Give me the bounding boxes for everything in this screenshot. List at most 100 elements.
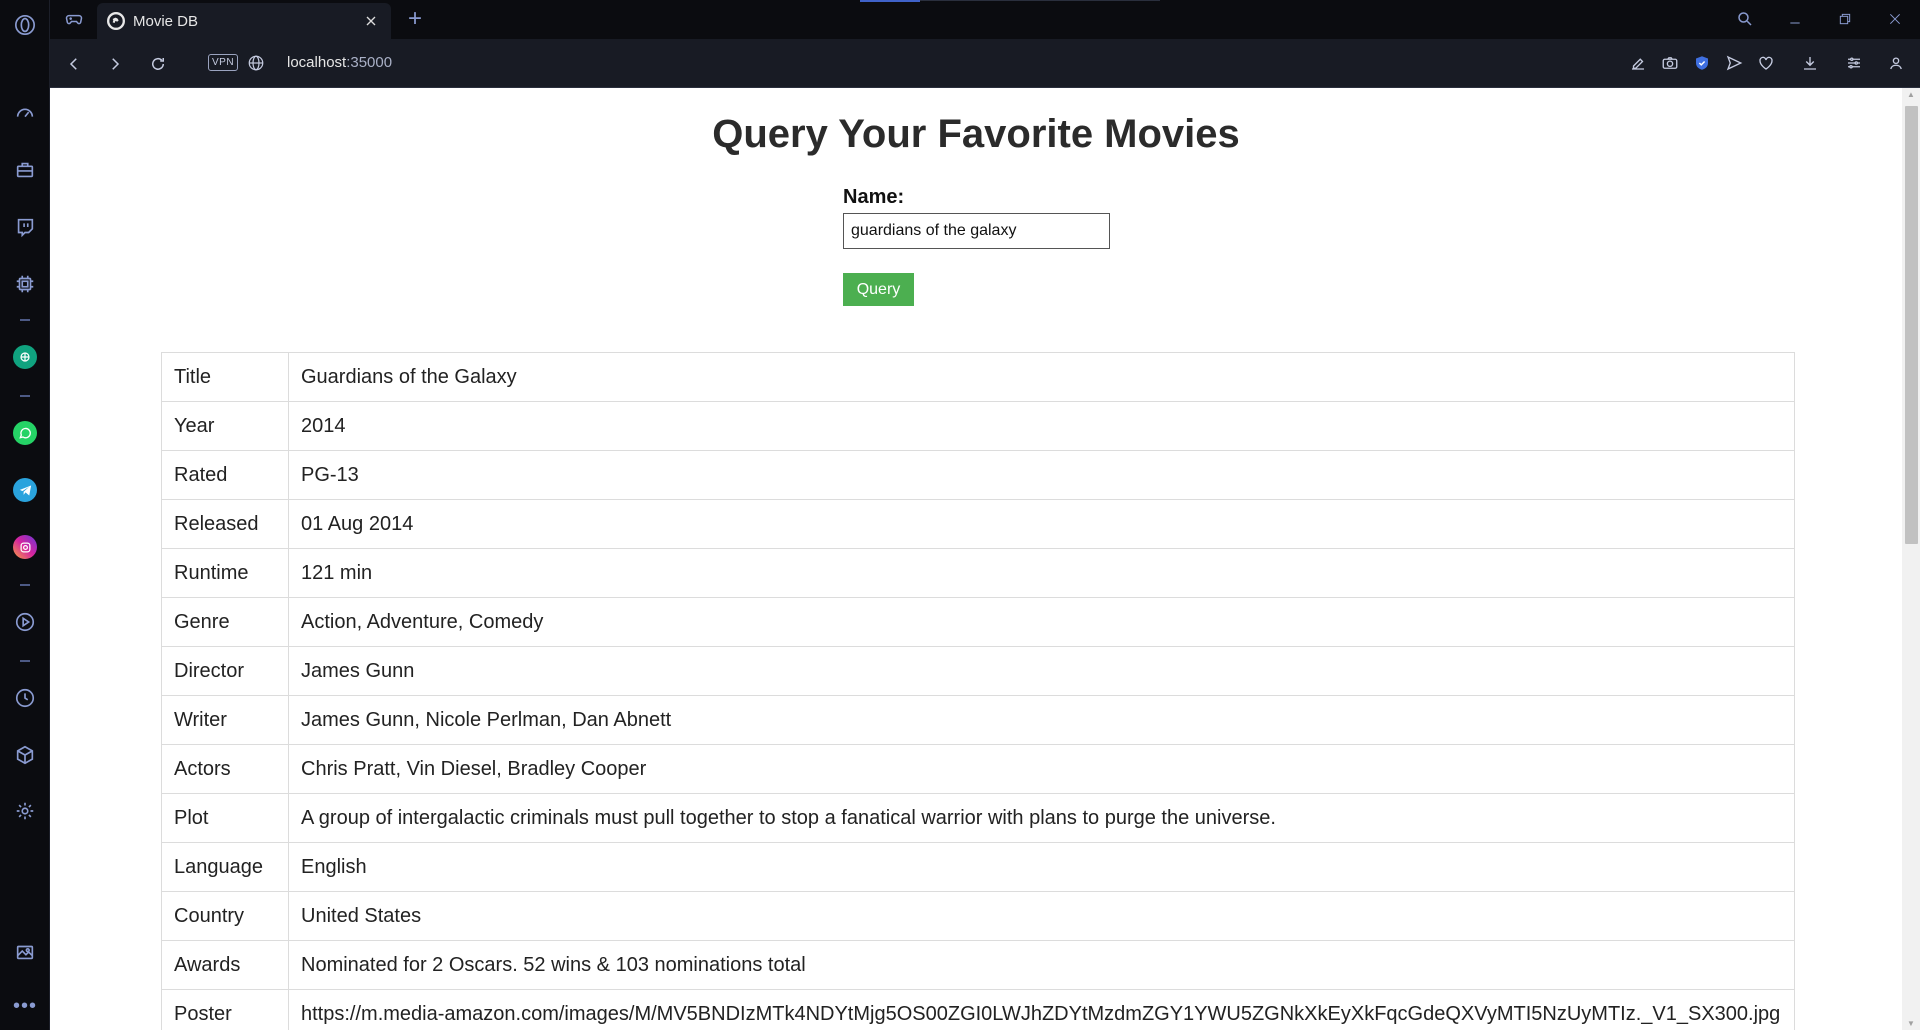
profile-icon[interactable] bbox=[1885, 52, 1907, 74]
table-row: Actors Chris Pratt, Vin Diesel, Bradley C… bbox=[161, 744, 1795, 794]
table-row: Director James Gunn bbox=[161, 646, 1795, 696]
table-row: Title Guardians of the Galaxy bbox=[161, 352, 1795, 402]
field-value: Nominated for 2 Oscars. 52 wins & 103 no… bbox=[288, 940, 1795, 990]
field-value: 01 Aug 2014 bbox=[288, 499, 1795, 549]
telegram-icon[interactable] bbox=[13, 478, 37, 502]
sidebar-divider bbox=[20, 584, 30, 586]
reload-icon[interactable] bbox=[145, 51, 171, 77]
scrollbar-thumb[interactable] bbox=[1905, 106, 1918, 544]
gallery-icon[interactable] bbox=[12, 939, 38, 965]
table-row: Poster https://m.media-amazon.com/images/… bbox=[161, 989, 1795, 1030]
send-icon[interactable] bbox=[1723, 52, 1745, 74]
query-button[interactable]: Query bbox=[843, 273, 914, 306]
movie-details-table: Title Guardians of the Galaxy Year 2014 Rate… bbox=[161, 352, 1795, 1030]
instagram-icon[interactable] bbox=[13, 535, 37, 559]
field-name: Actors bbox=[161, 744, 289, 794]
table-row: Language English bbox=[161, 842, 1795, 892]
restore-icon[interactable] bbox=[1832, 6, 1858, 32]
table-row: Released 01 Aug 2014 bbox=[161, 499, 1795, 549]
table-row: Genre Action, Adventure, Comedy bbox=[161, 597, 1795, 647]
name-label: Name: bbox=[843, 186, 905, 208]
heart-icon[interactable] bbox=[1755, 52, 1777, 74]
field-value: A group of intergalactic criminals must … bbox=[288, 793, 1795, 843]
field-name: Genre bbox=[161, 597, 289, 647]
url-host: localhost bbox=[287, 54, 347, 71]
vpn-badge[interactable]: VPN bbox=[208, 54, 239, 71]
tab-movie-db[interactable]: Movie DB bbox=[97, 3, 391, 39]
field-value: James Gunn, Nicole Perlman, Dan Abnett bbox=[288, 695, 1795, 745]
table-row: Awards Nominated for 2 Oscars. 52 wins & … bbox=[161, 940, 1795, 990]
field-name: Runtime bbox=[161, 548, 289, 598]
field-value: Guardians of the Galaxy bbox=[288, 352, 1795, 402]
tab-bar: Movie DB + bbox=[50, 0, 1920, 39]
field-value: 2014 bbox=[288, 401, 1795, 451]
field-name: Country bbox=[161, 891, 289, 941]
field-value: English bbox=[288, 842, 1795, 892]
name-input[interactable] bbox=[843, 213, 1110, 249]
cube-icon[interactable] bbox=[12, 742, 38, 768]
history-icon[interactable] bbox=[12, 685, 38, 711]
tab-loading-indicator bbox=[860, 0, 920, 2]
more-icon[interactable]: ••• bbox=[12, 993, 38, 1019]
back-icon[interactable] bbox=[61, 51, 87, 77]
settings-icon[interactable] bbox=[12, 798, 38, 824]
player-icon[interactable] bbox=[12, 609, 38, 635]
field-value: Action, Adventure, Comedy bbox=[288, 597, 1795, 647]
new-tab-icon[interactable]: + bbox=[403, 7, 427, 32]
search-tabs-icon[interactable] bbox=[1732, 6, 1758, 32]
cpu-icon[interactable] bbox=[12, 271, 38, 297]
table-row: Runtime 121 min bbox=[161, 548, 1795, 598]
sidebar-divider bbox=[20, 319, 30, 321]
chatgpt-icon[interactable] bbox=[13, 345, 37, 369]
url-field[interactable]: localhost:35000 bbox=[287, 54, 392, 71]
address-bar: VPN localhost:35000 bbox=[50, 39, 1920, 88]
tab-strip-line bbox=[920, 0, 1160, 1]
field-value: James Gunn bbox=[288, 646, 1795, 696]
field-value: https://m.media-amazon.com/images/M/MV5B… bbox=[288, 989, 1795, 1030]
close-window-icon[interactable] bbox=[1882, 6, 1908, 32]
field-name: Rated bbox=[161, 450, 289, 500]
url-port: :35000 bbox=[346, 54, 393, 71]
field-name: Released bbox=[161, 499, 289, 549]
field-name: Title bbox=[161, 352, 289, 402]
field-value: PG-13 bbox=[288, 450, 1795, 500]
field-name: Year bbox=[161, 401, 289, 451]
camera-icon[interactable] bbox=[1659, 52, 1681, 74]
twitch-icon[interactable] bbox=[12, 214, 38, 240]
table-row: Rated PG-13 bbox=[161, 450, 1795, 500]
field-name: Plot bbox=[161, 793, 289, 843]
field-value: United States bbox=[288, 891, 1795, 941]
sidebar-divider bbox=[20, 395, 30, 397]
query-form: Name: Query bbox=[843, 186, 1110, 306]
download-icon[interactable] bbox=[1799, 52, 1821, 74]
browser-sidebar: ••• bbox=[0, 0, 50, 1030]
table-row: Country United States bbox=[161, 891, 1795, 941]
field-value: Chris Pratt, Vin Diesel, Bradley Cooper bbox=[288, 744, 1795, 794]
globe-favicon-icon bbox=[107, 12, 125, 30]
field-name: Writer bbox=[161, 695, 289, 745]
tab-title: Movie DB bbox=[133, 12, 199, 30]
whatsapp-icon[interactable] bbox=[13, 421, 37, 445]
field-name: Director bbox=[161, 646, 289, 696]
speed-dial-icon[interactable] bbox=[12, 100, 38, 126]
shield-icon[interactable] bbox=[1691, 52, 1713, 74]
minimize-icon[interactable] bbox=[1782, 6, 1808, 32]
snapshot-edit-icon[interactable] bbox=[1627, 52, 1649, 74]
page-title: Query Your Favorite Movies bbox=[712, 112, 1240, 156]
table-row: Plot A group of intergalactic criminals m… bbox=[161, 793, 1795, 843]
page-scrollbar[interactable]: ▲ ▼ bbox=[1902, 88, 1920, 1030]
scroll-up-arrow-icon[interactable]: ▲ bbox=[1907, 90, 1915, 99]
field-name: Poster bbox=[161, 989, 289, 1030]
field-value: 121 min bbox=[288, 548, 1795, 598]
globe-icon[interactable] bbox=[246, 53, 266, 73]
scroll-down-arrow-icon[interactable]: ▼ bbox=[1907, 1019, 1915, 1028]
field-name: Language bbox=[161, 842, 289, 892]
forward-icon[interactable] bbox=[102, 51, 128, 77]
gamepad-icon[interactable] bbox=[62, 8, 86, 30]
easy-setup-icon[interactable] bbox=[1843, 52, 1865, 74]
close-tab-icon[interactable] bbox=[359, 9, 383, 33]
sidebar-divider bbox=[20, 660, 30, 662]
briefcase-icon[interactable] bbox=[12, 157, 38, 183]
opera-logo-icon[interactable] bbox=[12, 12, 38, 38]
field-name: Awards bbox=[161, 940, 289, 990]
